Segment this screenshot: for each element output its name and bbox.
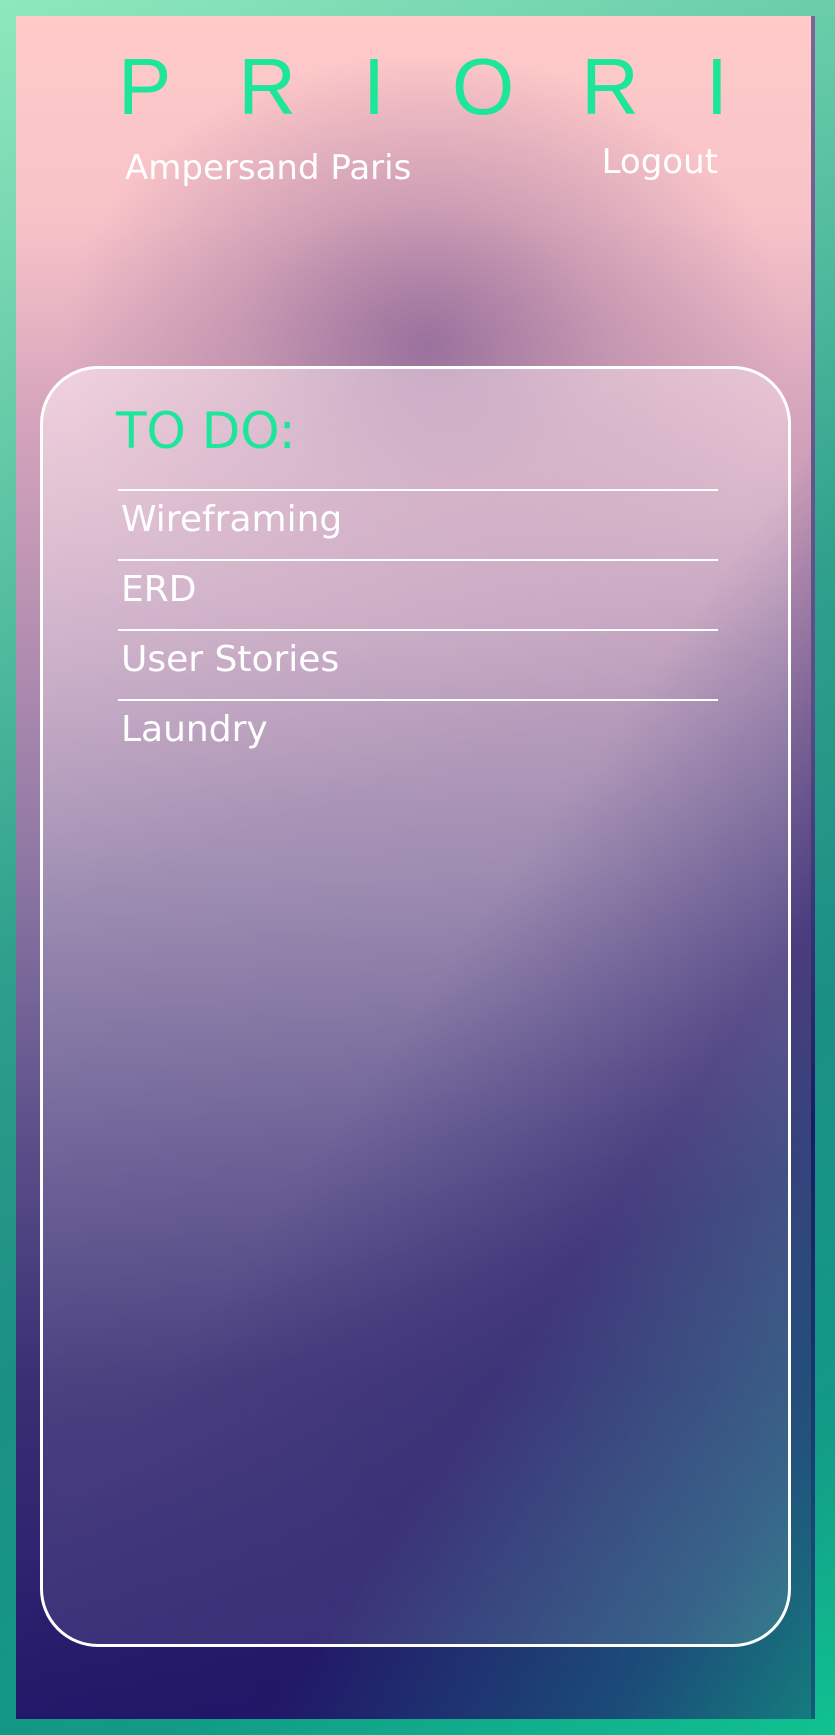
todo-heading: TO DO: <box>116 402 296 460</box>
todo-item[interactable]: User Stories <box>118 629 718 699</box>
logout-link[interactable]: Logout <box>602 142 718 182</box>
logo-letter: P <box>118 42 172 131</box>
logo-letter: I <box>705 42 728 131</box>
logo-letter: O <box>452 42 515 131</box>
todo-item[interactable]: Wireframing <box>118 489 718 559</box>
todo-list: Wireframing ERD User Stories Laundry <box>118 489 718 769</box>
todo-item[interactable]: ERD <box>118 559 718 629</box>
logo-letter: I <box>362 42 386 131</box>
user-name: Ampersand Paris <box>125 148 412 188</box>
logo-letter: R <box>581 42 639 131</box>
logo-letter: R <box>238 42 297 131</box>
screen-edge <box>811 16 815 1719</box>
app-logo: P R I O R I <box>118 42 728 132</box>
todo-item[interactable]: Laundry <box>118 699 718 769</box>
